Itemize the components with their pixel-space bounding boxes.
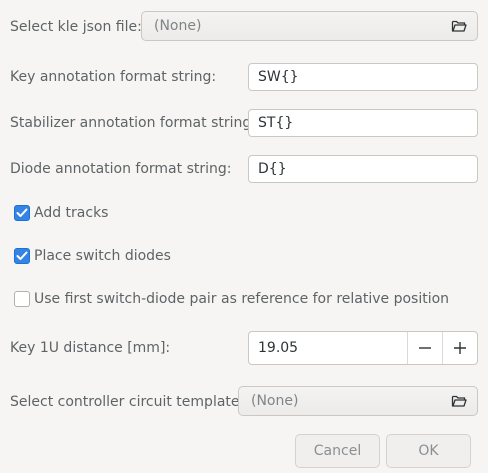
key-distance-spinbutton: 19.05 — [248, 331, 478, 365]
add-tracks-checkbox[interactable] — [14, 205, 30, 221]
stab-format-label: Stabilizer annotation format string: — [10, 115, 256, 131]
key-format-input[interactable]: SW{} — [248, 63, 478, 91]
kle-file-label: Select kle json file: — [10, 19, 142, 35]
increment-button[interactable] — [442, 332, 477, 364]
plus-icon — [454, 342, 466, 354]
controller-template-value: (None) — [251, 393, 299, 409]
add-tracks-label: Add tracks — [34, 205, 109, 221]
key-format-label: Key annotation format string: — [10, 69, 217, 85]
kle-file-chooser[interactable]: (None) — [141, 11, 478, 41]
folder-open-icon — [450, 17, 468, 35]
checkmark-icon — [16, 251, 28, 260]
folder-open-icon — [450, 392, 468, 410]
stab-format-input[interactable]: ST{} — [248, 109, 478, 137]
ok-button[interactable]: OK — [386, 434, 471, 468]
add-tracks-checkbox-row[interactable]: Add tracks — [14, 203, 108, 223]
minus-icon — [419, 347, 431, 349]
place-diodes-checkbox-row[interactable]: Place switch diodes — [14, 246, 171, 266]
controller-template-label: Select controller circuit template: — [10, 394, 245, 410]
checkmark-icon — [16, 208, 28, 217]
diode-format-input[interactable]: D{} — [248, 155, 478, 183]
key-distance-input[interactable]: 19.05 — [249, 340, 407, 356]
controller-template-chooser[interactable]: (None) — [238, 386, 478, 416]
diode-format-label: Diode annotation format string: — [10, 161, 232, 177]
use-first-pair-checkbox-row[interactable]: Use first switch-diode pair as reference… — [14, 289, 449, 309]
use-first-pair-label: Use first switch-diode pair as reference… — [34, 291, 450, 307]
place-diodes-label: Place switch diodes — [34, 248, 171, 264]
kle-file-value: (None) — [154, 18, 202, 34]
key-distance-label: Key 1U distance [mm]: — [10, 340, 171, 356]
place-diodes-checkbox[interactable] — [14, 248, 30, 264]
cancel-button[interactable]: Cancel — [295, 434, 380, 468]
decrement-button[interactable] — [407, 332, 442, 364]
use-first-pair-checkbox[interactable] — [14, 291, 30, 307]
